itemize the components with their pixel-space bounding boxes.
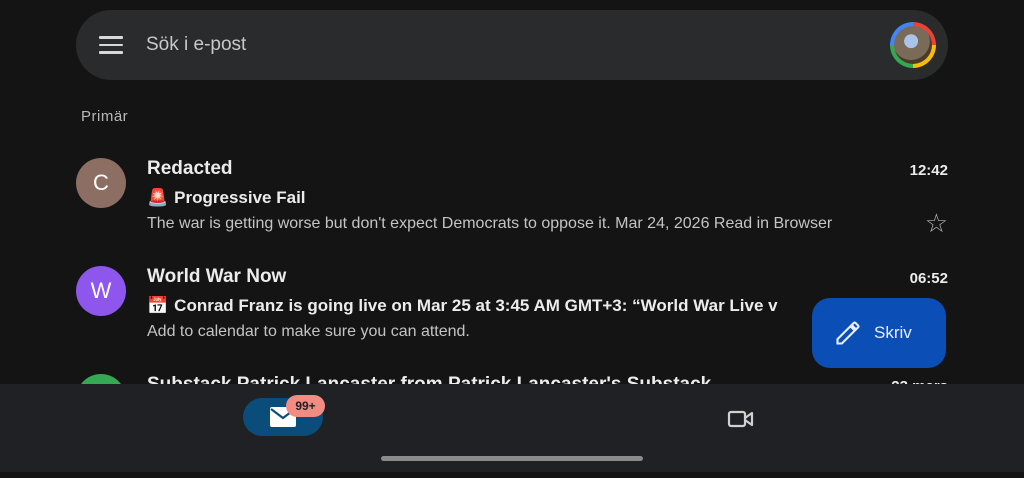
avatar-photo <box>894 26 932 64</box>
subject-text: Progressive Fail <box>174 188 306 207</box>
email-snippet: The war is getting worse but don't expec… <box>147 215 833 232</box>
bottom-nav: 99+ <box>0 384 1024 472</box>
video-camera-icon[interactable] <box>727 408 755 430</box>
compose-label: Skriv <box>874 323 912 342</box>
email-snippet: Add to calendar to make sure you can att… <box>147 323 470 340</box>
search-bar[interactable]: Sök i e-post <box>76 10 948 80</box>
sender-avatar[interactable]: C <box>76 158 126 208</box>
siren-icon: 🚨 <box>147 188 169 207</box>
sender-name: Redacted <box>147 158 233 179</box>
search-input[interactable]: Sök i e-post <box>146 34 246 56</box>
section-label: Primär <box>81 108 129 125</box>
email-subject: 📅 Conrad Franz is going live on Mar 25 at… <box>147 296 827 316</box>
unread-badge: 99+ <box>286 395 325 417</box>
email-time: 12:42 <box>909 162 948 179</box>
sender-avatar[interactable]: W <box>76 266 126 316</box>
sender-name: World War Now <box>147 266 287 287</box>
calendar-icon: 📅 <box>147 296 169 315</box>
subject-text: Conrad Franz is going live on Mar 25 at … <box>174 296 778 315</box>
star-icon[interactable]: ☆ <box>925 210 948 236</box>
pencil-icon <box>836 321 860 345</box>
email-row[interactable]: C Redacted 12:42 🚨 Progressive Fail The w… <box>0 158 1024 262</box>
compose-button[interactable]: Skriv <box>812 298 946 368</box>
email-subject: 🚨 Progressive Fail <box>147 188 827 208</box>
account-avatar[interactable] <box>890 22 936 68</box>
email-time: 06:52 <box>909 270 948 287</box>
home-indicator[interactable] <box>381 456 643 461</box>
menu-icon[interactable] <box>99 36 123 54</box>
